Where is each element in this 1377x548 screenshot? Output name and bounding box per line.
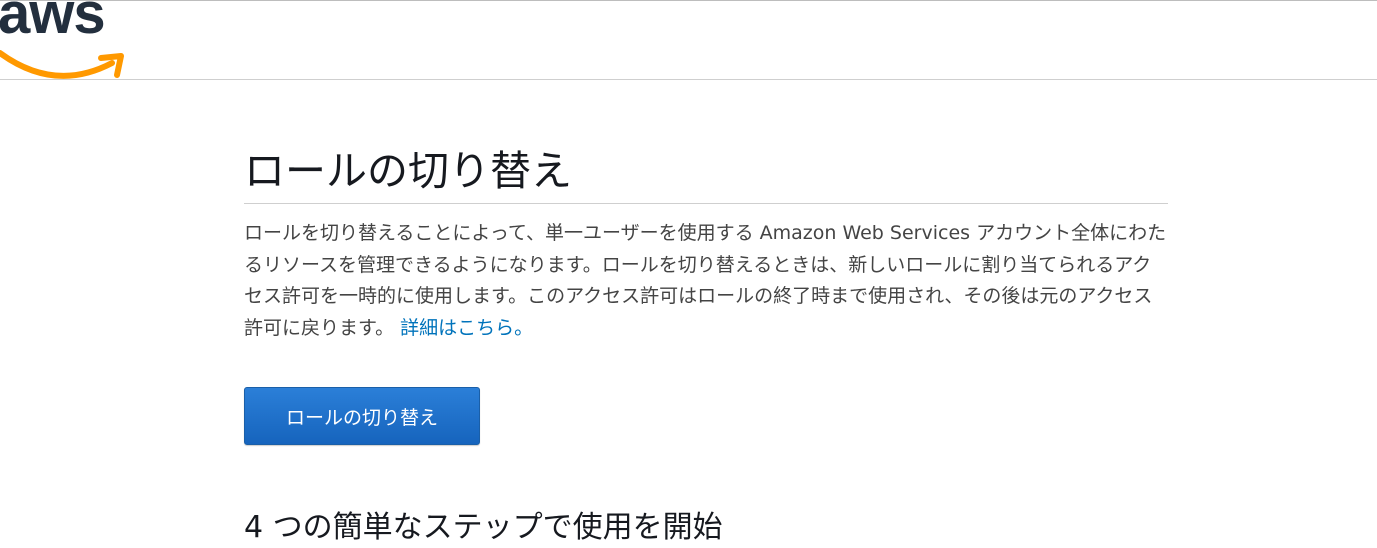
aws-logo-text: aws <box>0 0 106 46</box>
learn-more-link[interactable]: 詳細はこちら。 <box>400 317 533 339</box>
description-body: ロールを切り替えることによって、単一ユーザーを使用する Amazon Web S… <box>244 222 1167 339</box>
page-title: ロールの切り替え <box>244 140 1168 204</box>
switch-role-button[interactable]: ロールの切り替え <box>244 387 480 445</box>
getting-started-heading: 4 つの簡単なステップで使用を開始 <box>244 510 723 545</box>
aws-smile-icon <box>0 50 124 79</box>
aws-logo[interactable]: aws <box>0 0 130 79</box>
description-text: ロールを切り替えることによって、単一ユーザーを使用する Amazon Web S… <box>244 218 1168 344</box>
main-content: ロールの切り替え ロールを切り替えることによって、単一ユーザーを使用する Ama… <box>244 140 1168 344</box>
header-bar: aws <box>0 0 1377 80</box>
